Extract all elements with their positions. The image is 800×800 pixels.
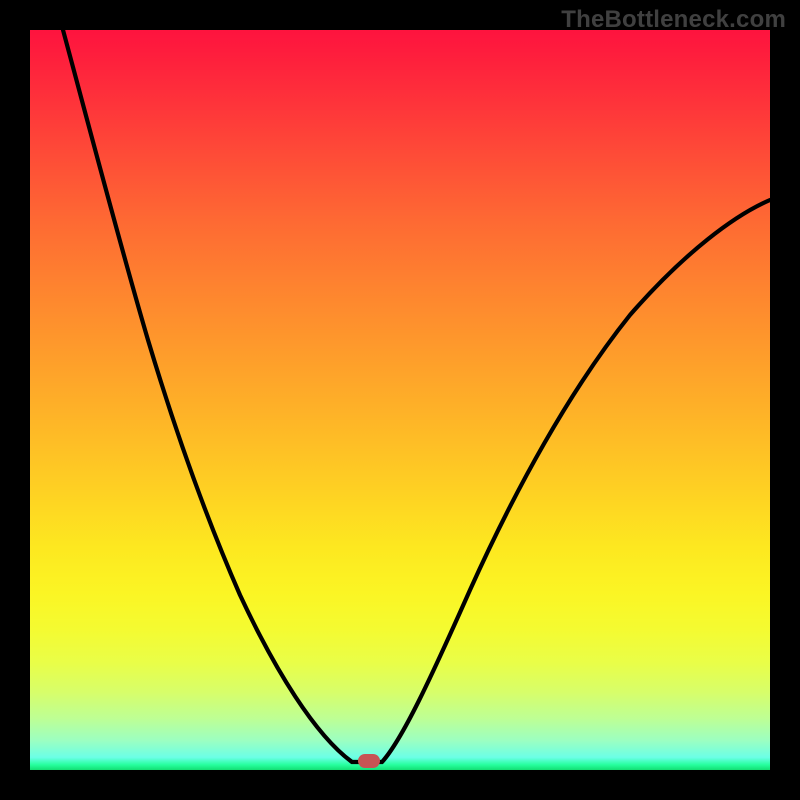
watermark-text: TheBottleneck.com bbox=[561, 6, 786, 34]
chart-frame: TheBottleneck.com bbox=[0, 0, 800, 800]
bottleneck-curve bbox=[30, 30, 770, 770]
optimal-point-marker bbox=[358, 754, 380, 768]
curve-path bbox=[63, 30, 770, 762]
plot-area bbox=[30, 30, 770, 770]
